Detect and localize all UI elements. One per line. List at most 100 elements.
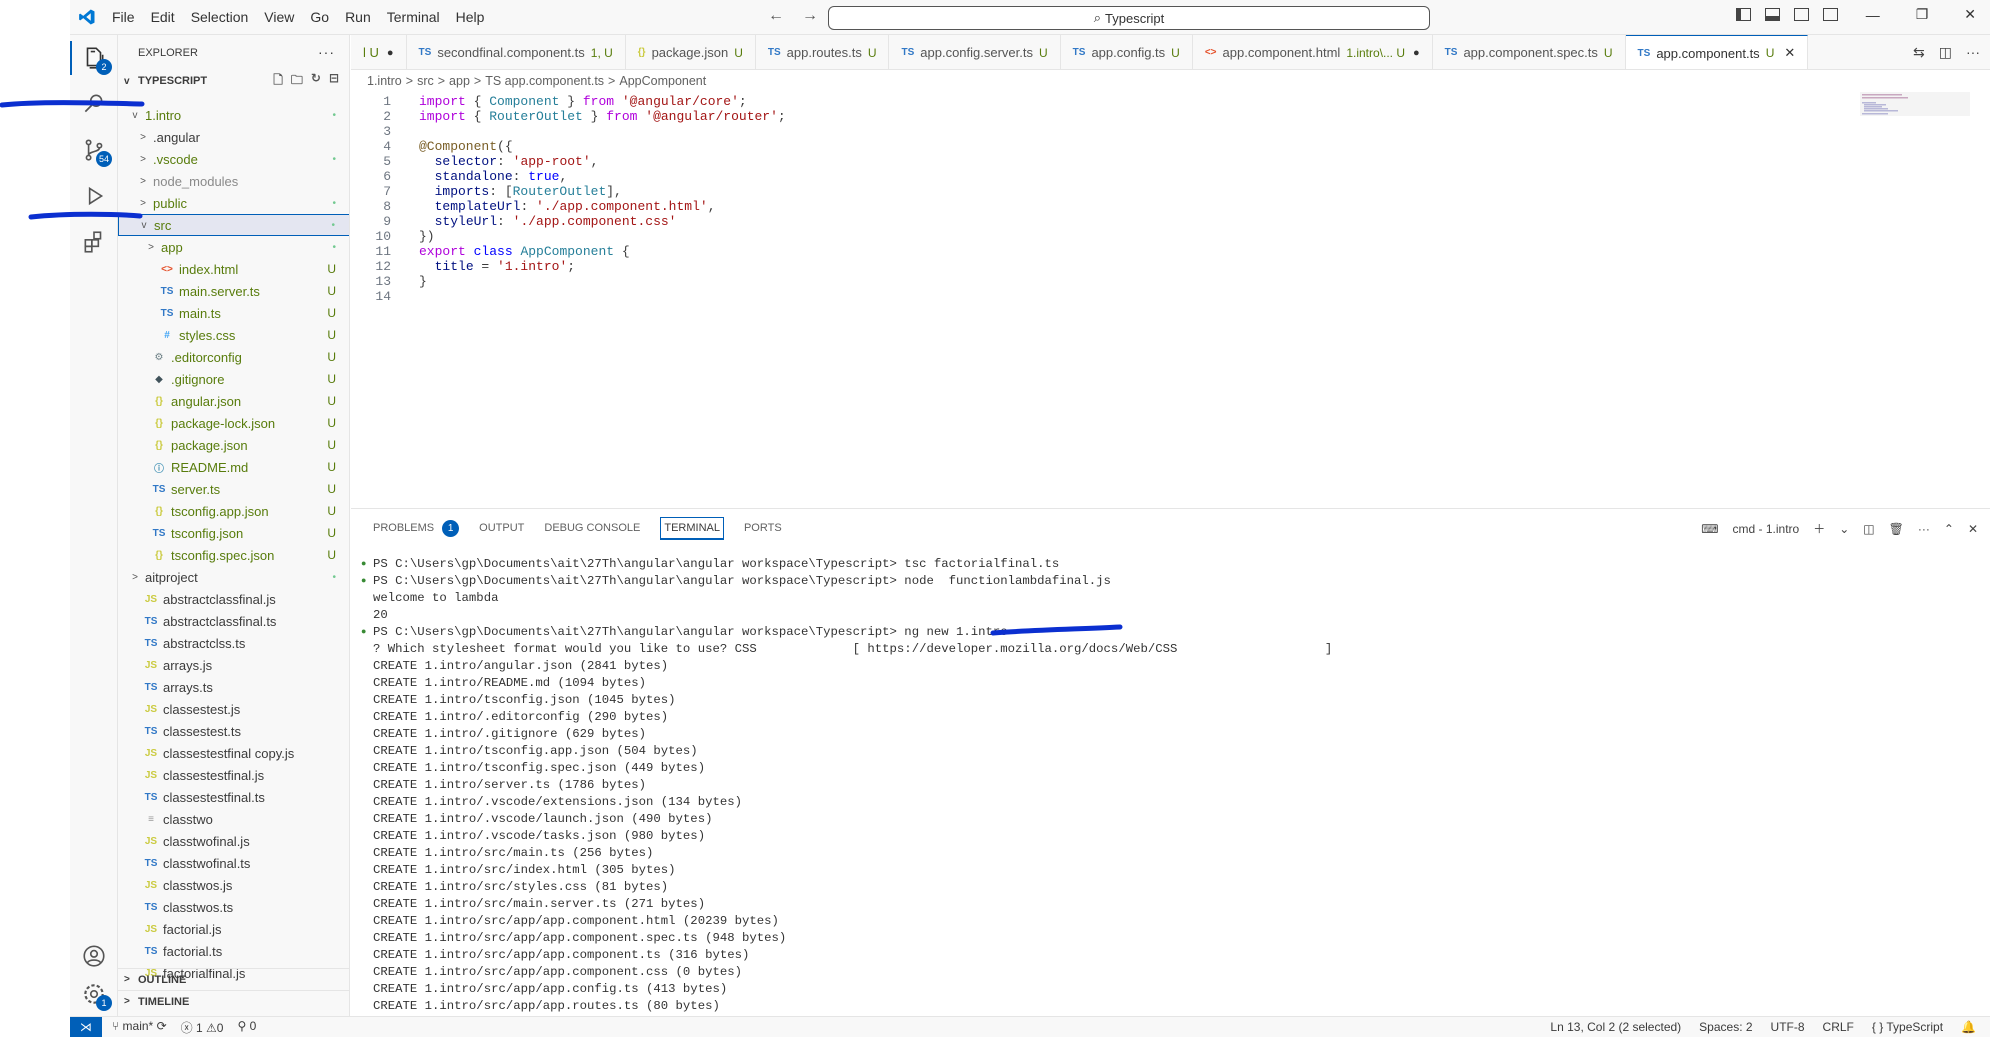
menu-terminal[interactable]: Terminal — [379, 9, 448, 25]
tree-item[interactable]: TS main.server.ts U — [118, 280, 349, 302]
indentation[interactable]: Spaces: 2 — [1699, 1020, 1752, 1034]
tree-item[interactable]: > app • — [118, 236, 349, 258]
tree-item[interactable]: TS classtwos.ts — [118, 896, 349, 918]
tab-ports[interactable]: PORTS — [734, 509, 792, 547]
extensions-activity[interactable] — [70, 219, 118, 265]
menu-go[interactable]: Go — [302, 9, 337, 25]
toggle-panel-icon[interactable] — [1764, 8, 1780, 21]
menu-help[interactable]: Help — [448, 9, 493, 25]
minimize-icon[interactable]: — — [1866, 7, 1880, 23]
unsaved-dot-icon[interactable]: ● — [387, 47, 394, 59]
close-tab-icon[interactable]: ✕ — [1784, 45, 1795, 61]
tab-terminal[interactable]: TERMINAL — [650, 509, 734, 547]
editor-tab[interactable]: TS app.component.spec.ts U — [1433, 35, 1626, 69]
tree-item[interactable]: JS classestestfinal.js — [118, 764, 349, 786]
more-actions-icon[interactable]: ··· — [318, 44, 335, 60]
code-line[interactable]: 14 — [351, 287, 391, 306]
tree-item[interactable]: {} package.json U — [118, 434, 349, 456]
problems-status[interactable]: ⓧ 1 ⚠0 — [181, 1019, 224, 1036]
tree-item[interactable]: JS factorial.js — [118, 918, 349, 940]
breadcrumb-item[interactable]: AppComponent — [619, 74, 706, 88]
tree-item[interactable]: JS arrays.js — [118, 654, 349, 676]
new-terminal-icon[interactable]: ＋ — [1813, 520, 1825, 537]
encoding[interactable]: UTF-8 — [1771, 1020, 1805, 1034]
terminal-name[interactable]: cmd - 1.intro — [1733, 522, 1800, 536]
tree-item[interactable]: > .angular — [118, 126, 349, 148]
menu-edit[interactable]: Edit — [143, 9, 183, 25]
trash-icon[interactable]: 🗑 — [1889, 522, 1904, 536]
menu-file[interactable]: File — [104, 9, 143, 25]
tree-item[interactable]: ⓘ README.md U — [118, 456, 349, 478]
refresh-icon[interactable]: ↻ — [311, 71, 321, 92]
tree-item[interactable]: TS classestestfinal.ts — [118, 786, 349, 808]
tree-item[interactable]: TS classestest.ts — [118, 720, 349, 742]
maximize-panel-icon[interactable]: ⌃ — [1944, 522, 1954, 536]
tree-item[interactable]: {} tsconfig.spec.json U — [118, 544, 349, 566]
split-terminal-icon[interactable]: ◫ — [1863, 522, 1874, 536]
customize-layout-icon[interactable] — [1822, 8, 1838, 21]
tree-item[interactable]: TS arrays.ts — [118, 676, 349, 698]
breadcrumb-item[interactable]: 1.intro — [367, 74, 402, 88]
editor-tab[interactable]: TS app.config.ts U — [1061, 35, 1193, 69]
cursor-position[interactable]: Ln 13, Col 2 (2 selected) — [1550, 1020, 1681, 1034]
editor-tab[interactable]: l U ● — [351, 35, 407, 69]
more-actions-icon[interactable]: ··· — [1918, 522, 1930, 536]
code-editor[interactable]: 1 import { Component } from '@angular/cor… — [351, 92, 1990, 507]
tree-item[interactable]: v src • — [118, 214, 349, 236]
new-file-icon[interactable]: 🗋 — [273, 71, 283, 92]
open-changes-icon[interactable]: ⇆ — [1913, 44, 1925, 61]
tree-item[interactable]: {} angular.json U — [118, 390, 349, 412]
tree-item[interactable]: JS abstractclassfinal.js — [118, 588, 349, 610]
back-arrow-icon[interactable]: ← — [768, 7, 784, 25]
timeline-section[interactable]: > TIMELINE — [118, 990, 349, 1012]
more-actions-icon[interactable]: ··· — [1966, 44, 1980, 61]
tree-item[interactable]: TS classtwofinal.ts — [118, 852, 349, 874]
forward-arrow-icon[interactable]: → — [802, 7, 818, 25]
outline-section[interactable]: > OUTLINE — [118, 968, 349, 990]
tree-item[interactable]: JS classtwos.js — [118, 874, 349, 896]
unsaved-dot-icon[interactable]: ● — [1413, 47, 1420, 59]
editor-tab[interactable]: <> app.component.html 1.intro\... U ● — [1193, 35, 1433, 69]
tree-item[interactable]: TS abstractclss.ts — [118, 632, 349, 654]
command-center-search[interactable]: ⌕ Typescript — [828, 6, 1430, 30]
tree-item[interactable]: JS classtwofinal.js — [118, 830, 349, 852]
toggle-sidebar-icon[interactable] — [1735, 8, 1751, 21]
explorer-activity[interactable]: 2 — [70, 35, 118, 81]
manage-activity[interactable]: 1 — [70, 971, 118, 1017]
split-editor-icon[interactable]: ◫ — [1939, 44, 1952, 61]
menu-selection[interactable]: Selection — [183, 9, 257, 25]
tree-item[interactable]: > public • — [118, 192, 349, 214]
tree-item[interactable]: ≡ classtwo — [118, 808, 349, 830]
remote-icon[interactable]: ⋊ — [70, 1016, 102, 1037]
line-ending[interactable]: CRLF — [1823, 1020, 1854, 1034]
tree-item[interactable]: TS tsconfig.json U — [118, 522, 349, 544]
tree-item[interactable]: TS main.ts U — [118, 302, 349, 324]
editor-tab[interactable]: TS secondfinal.component.ts 1, U — [407, 35, 626, 69]
tree-item[interactable]: <> index.html U — [118, 258, 349, 280]
tree-item[interactable]: > aitproject • — [118, 566, 349, 588]
tree-item[interactable]: {} package-lock.json U — [118, 412, 349, 434]
toggle-secondary-sidebar-icon[interactable] — [1793, 8, 1809, 21]
editor-tab[interactable]: {} package.json U — [626, 35, 756, 69]
editor-tab[interactable]: TS app.config.server.ts U — [889, 35, 1061, 69]
restore-icon[interactable]: ❐ — [1916, 6, 1929, 23]
tab-problems[interactable]: PROBLEMS 1 — [363, 509, 469, 547]
terminal-output[interactable]: ● PS C:\Users\gp\Documents\ait\27Th\angul… — [361, 555, 1961, 1014]
tree-item[interactable]: ◆ .gitignore U — [118, 368, 349, 390]
source-control-activity[interactable]: 54 — [70, 127, 118, 173]
breadcrumb-item[interactable]: app — [449, 74, 470, 88]
menu-view[interactable]: View — [256, 9, 302, 25]
tree-item[interactable]: > node_modules — [118, 170, 349, 192]
workspace-section-header[interactable]: v TYPESCRIPT 🗋 🗀 ↻ ⊟ — [118, 70, 349, 92]
new-folder-icon[interactable]: 🗀 — [291, 71, 303, 92]
ports-status[interactable]: ⚲ 0 — [237, 1019, 256, 1036]
tab-debug-console[interactable]: DEBUG CONSOLE — [534, 509, 650, 547]
tree-item[interactable]: v 1.intro • — [118, 104, 349, 126]
tree-item[interactable]: JS classestest.js — [118, 698, 349, 720]
menu-run[interactable]: Run — [337, 9, 379, 25]
close-window-icon[interactable]: ✕ — [1964, 6, 1976, 23]
breadcrumb-item[interactable]: src — [417, 74, 434, 88]
tree-item[interactable]: {} tsconfig.app.json U — [118, 500, 349, 522]
breadcrumb-item[interactable]: TS app.component.ts — [485, 74, 604, 88]
tree-item[interactable]: TS server.ts U — [118, 478, 349, 500]
